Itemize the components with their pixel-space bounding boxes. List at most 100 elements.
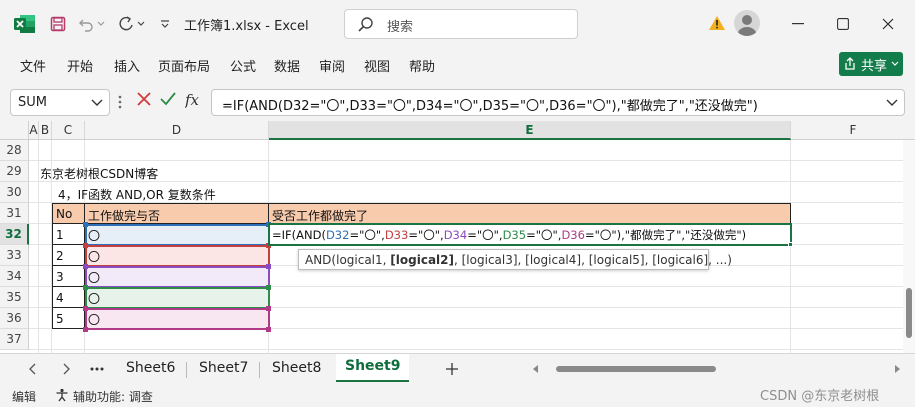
scroll-right-icon[interactable] <box>895 365 901 373</box>
formula-token: ="〇", <box>467 228 503 242</box>
minimize-button[interactable] <box>786 12 810 36</box>
menu-review[interactable]: 审阅 <box>319 56 345 75</box>
column-header-c[interactable]: C <box>52 121 85 140</box>
row-header[interactable]: 28 <box>0 140 29 161</box>
formula-input[interactable]: =IF(AND(D32="〇",D33="〇",D34="〇",D35="〇",… <box>211 89 905 116</box>
column-header-d[interactable]: D <box>85 121 269 140</box>
formula-token: =IF(AND( <box>272 228 326 242</box>
cell-c30[interactable]: 4，IF函数 AND,OR 复数条件 <box>58 186 216 203</box>
expand-formula-bar-icon[interactable] <box>886 97 898 107</box>
select-all-corner[interactable] <box>0 121 29 140</box>
more-sheets-icon[interactable] <box>90 367 104 371</box>
close-button[interactable] <box>876 12 900 36</box>
tab-sheet8[interactable]: Sheet8 <box>272 360 321 376</box>
menu-home[interactable]: 开始 <box>67 56 93 75</box>
customize-toolbar-icon[interactable] <box>158 14 172 34</box>
redo-icon[interactable] <box>116 14 136 34</box>
row-header[interactable]: 33 <box>0 245 29 266</box>
row-header[interactable]: 34 <box>0 266 29 287</box>
ref-box-d34 <box>85 266 270 288</box>
cell-e32-formula[interactable]: =IF(AND(D32="〇",D33="〇",D34="〇",D35="〇",… <box>272 227 746 243</box>
row-header[interactable]: 37 <box>0 329 29 350</box>
share-button[interactable]: 共享 <box>839 52 903 76</box>
cell-c32[interactable]: 1 <box>56 228 64 242</box>
table-header-fill <box>52 203 791 224</box>
column-header-e[interactable]: E <box>269 121 791 140</box>
menu-help[interactable]: 帮助 <box>409 56 435 75</box>
ref-handle[interactable] <box>83 285 88 290</box>
row-header[interactable]: 30 <box>0 182 29 203</box>
menu-formulas[interactable]: 公式 <box>230 56 256 75</box>
menu-view[interactable]: 视图 <box>364 56 390 75</box>
vertical-scroll-thumb[interactable] <box>906 288 912 338</box>
cell-c29[interactable]: 东京老树根CSDN博客 <box>40 165 158 182</box>
ref-handle[interactable] <box>83 264 88 269</box>
ref-handle[interactable] <box>266 327 271 332</box>
menu-page-layout[interactable]: 页面布局 <box>158 56 210 75</box>
user-avatar[interactable] <box>734 10 760 36</box>
cell-d31[interactable]: 工作做完与否 <box>88 207 160 224</box>
ref-handle[interactable] <box>266 306 271 311</box>
tab-sheet9[interactable]: Sheet9 <box>336 354 410 382</box>
table-border <box>52 203 53 329</box>
tab-sheet6[interactable]: Sheet6 <box>126 360 175 376</box>
redo-dropdown-icon[interactable] <box>136 14 146 34</box>
column-header-b[interactable]: B <box>39 121 52 140</box>
menu-data[interactable]: 数据 <box>274 56 300 75</box>
scroll-left-icon[interactable] <box>533 365 539 373</box>
insert-function-button[interactable]: fx <box>184 91 203 114</box>
row-header[interactable]: 36 <box>0 308 29 329</box>
formula-token: ="〇"),"都做完了","还没做完") <box>584 228 747 242</box>
ref-box-d36 <box>85 308 270 330</box>
ref-handle[interactable] <box>83 327 88 332</box>
cancel-formula-button[interactable] <box>136 91 152 112</box>
cell-e31[interactable]: 受否工作都做完了 <box>272 207 368 224</box>
search-input[interactable]: 搜索 <box>344 9 578 39</box>
chevron-down-icon[interactable] <box>91 97 103 107</box>
chevron-left-icon[interactable] <box>29 363 37 375</box>
excel-logo-icon <box>14 15 35 33</box>
warning-icon[interactable] <box>708 15 726 31</box>
undo-icon[interactable] <box>76 14 96 34</box>
horizontal-scroll-thumb[interactable] <box>556 366 716 372</box>
ref-handle[interactable] <box>266 264 271 269</box>
gridline <box>38 140 39 353</box>
menu-insert[interactable]: 插入 <box>114 56 140 75</box>
status-accessibility[interactable]: 辅助功能: 调查 <box>73 388 153 405</box>
search-icon <box>358 17 373 32</box>
tab-divider <box>186 362 187 378</box>
cell-c34[interactable]: 3 <box>56 270 64 284</box>
column-header-a[interactable]: A <box>29 121 39 140</box>
chevron-right-icon[interactable] <box>62 363 70 375</box>
tooltip-current-arg[interactable]: [logical2] <box>390 253 454 267</box>
undo-dropdown-icon[interactable] <box>96 14 106 34</box>
tab-sheet7[interactable]: Sheet7 <box>199 360 248 376</box>
cell-c31[interactable]: No <box>56 207 72 221</box>
ref-handle[interactable] <box>83 306 88 311</box>
vertical-scrollbar[interactable] <box>903 140 915 353</box>
row-header[interactable]: 29 <box>0 161 29 182</box>
fill-handle[interactable] <box>788 242 793 247</box>
more-options-icon[interactable] <box>118 94 122 110</box>
ref-handle[interactable] <box>83 243 88 248</box>
tooltip-suffix: , [logical3], [logical4], [logical5], [l… <box>454 253 732 267</box>
enter-formula-button[interactable] <box>159 91 177 112</box>
worksheet-grid[interactable]: A B C D E F 28 29 30 31 32 33 34 35 36 3… <box>0 121 915 353</box>
menu-file[interactable]: 文件 <box>20 56 46 75</box>
gridline <box>29 160 915 161</box>
cell-c36[interactable]: 5 <box>56 312 64 326</box>
name-box[interactable]: SUM <box>10 89 110 116</box>
formula-bar: SUM fx =IF(AND(D32="〇",D33="〇",D34="〇",D… <box>0 85 915 121</box>
ref-handle[interactable] <box>266 285 271 290</box>
save-icon[interactable] <box>48 14 68 34</box>
cell-c35[interactable]: 4 <box>56 291 64 305</box>
row-header-active[interactable]: 32 <box>0 224 29 245</box>
row-header[interactable]: 35 <box>0 287 29 308</box>
row-header[interactable]: 31 <box>0 203 29 224</box>
maximize-button[interactable] <box>831 12 855 36</box>
add-sheet-icon[interactable] <box>446 363 458 375</box>
ref-handle[interactable] <box>83 222 88 227</box>
column-header-f[interactable]: F <box>791 121 915 140</box>
ribbon-tabs: 文件 开始 插入 页面布局 公式 数据 审阅 视图 帮助 <box>0 48 915 82</box>
cell-c33[interactable]: 2 <box>56 249 64 263</box>
